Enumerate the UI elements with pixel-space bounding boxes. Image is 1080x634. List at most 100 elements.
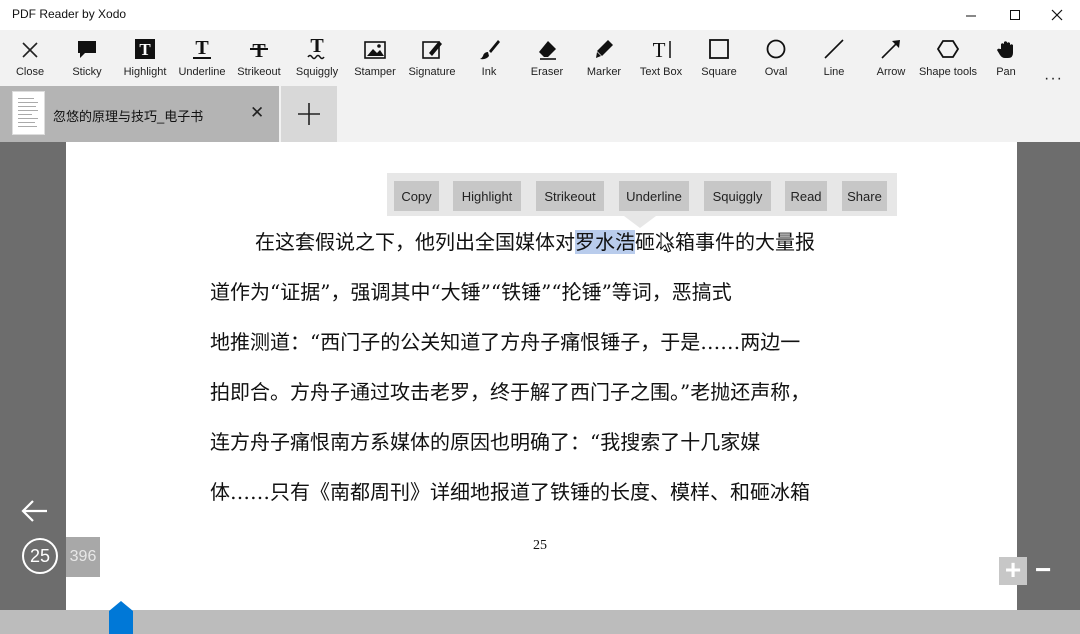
title-bar: PDF Reader by Xodo [0,0,1080,30]
page-scrubber[interactable] [0,610,1080,634]
tool-label: Square [701,66,737,78]
squiggly-icon: T [307,36,325,60]
zoom-out-button[interactable]: − [1035,556,1051,584]
line-icon [824,39,844,59]
maximize-button[interactable] [992,0,1038,30]
copy-button[interactable]: Copy [394,181,439,211]
tool-square[interactable]: Square [696,30,742,86]
text-line: 地推测道：“西门子的公关知道了方舟子痛恨锤子，于是……两边一 [210,330,801,354]
tool-pan[interactable]: Pan [988,30,1024,86]
image-icon [364,41,386,59]
maximize-icon [1009,9,1020,20]
text-line: 连方舟子痛恨南方系媒体的原因也明确了：“我搜索了十几家媒 [210,430,761,454]
total-pages: 396 [66,537,100,577]
text-line: 体……只有《南都周刊》详细地报道了铁锤的长度、模样、和砸冰箱 [210,480,810,504]
svg-text:T: T [653,38,666,60]
tool-label: Highlight [123,66,167,78]
squiggly-button[interactable]: Squiggly [704,181,771,211]
tool-signature[interactable]: Signature [406,30,458,86]
text-line: 拍即合。方舟子通过攻击老罗，终于解了西门子之围。”老抛还声称， [210,380,811,404]
tool-label: Eraser [530,66,564,78]
tool-line[interactable]: Line [814,30,854,86]
selected-text[interactable]: 罗水浩 [575,230,635,254]
text-line: 道作为“证据”，强调其中“大锤”“铁锤”“抡锤”等词，恶搞式 [210,280,732,304]
text-box-icon: T [653,38,671,60]
close-icon [22,42,38,58]
tool-label: Shape tools [918,66,978,78]
tool-highlight[interactable]: T Highlight [118,30,172,86]
minimize-button[interactable] [948,0,994,30]
arrow-icon [881,40,900,59]
plus-icon [298,103,320,125]
square-icon [709,39,729,59]
tool-label: Signature [408,66,456,78]
strikeout-button[interactable]: Strikeout [536,181,604,211]
document-thumbnail [12,91,45,135]
window-title: PDF Reader by Xodo [12,7,127,21]
svg-text:T: T [195,38,209,59]
underline-button[interactable]: Underline [619,181,689,211]
document-page[interactable]: Copy Highlight Strikeout Underline Squig… [66,142,1017,610]
current-page-indicator[interactable]: 25 [22,538,58,574]
highlight-button[interactable]: Highlight [453,181,521,211]
tool-ink[interactable]: Ink [468,30,510,86]
text-span: 在这套假说之下，他列出全国媒体对 [255,230,575,254]
oval-icon [766,39,786,59]
hand-icon [997,41,1013,58]
tool-label: Strikeout [237,66,281,78]
tab-title: 忽悠的原理与技巧_电子书 [53,109,204,124]
signature-icon [422,41,442,59]
tool-shape-tools[interactable]: Shape tools [918,30,978,86]
mouse-cursor-icon [660,232,674,253]
tool-label: Text Box [639,66,683,78]
marker-icon [596,40,613,58]
new-tab-button[interactable] [281,86,337,142]
printed-page-number: 25 [533,538,547,553]
share-button[interactable]: Share [842,181,887,211]
strikeout-icon: T [250,40,268,60]
tool-label: Underline [178,66,226,78]
tool-sticky[interactable]: Sticky [64,30,110,86]
annotation-toolbar: Close Sticky T Highlight T Underline T S… [0,30,1080,87]
tool-arrow[interactable]: Arrow [868,30,914,86]
close-window-icon [1051,9,1063,21]
close-tab-button[interactable]: ✕ [250,103,264,123]
tool-eraser[interactable]: Eraser [524,30,570,86]
text-line: 在这套假说之下，他列出全国媒体对罗水浩砸冰箱事件的大量报 [255,226,815,255]
svg-text:T: T [139,40,151,59]
tool-label: Sticky [72,66,102,78]
tool-underline[interactable]: T Underline [176,30,228,86]
tool-label: Ink [481,66,497,78]
document-tabs-bar: 忽悠的原理与技巧_电子书 ✕ [0,86,1080,142]
tool-strikeout[interactable]: T Strikeout [234,30,284,86]
tool-label: Squiggly [295,66,339,78]
tool-stamper[interactable]: Stamper [352,30,398,86]
tool-close[interactable]: Close [0,30,60,86]
text-selection-menu: Copy Highlight Strikeout Underline Squig… [387,173,897,216]
zoom-in-button[interactable]: + [999,556,1027,585]
minimize-icon [965,15,976,16]
tool-oval[interactable]: Oval [756,30,796,86]
tool-label: Line [823,66,845,78]
tool-label: Oval [764,66,788,78]
underline-icon: T [193,38,211,59]
tool-label: Close [15,66,45,78]
brush-icon [480,40,500,60]
tool-label: Marker [586,66,622,78]
svg-text:T: T [310,36,324,57]
tool-label: Pan [996,66,1016,78]
highlight-icon: T [135,39,155,59]
document-tab[interactable]: 忽悠的原理与技巧_电子书 ✕ [0,86,279,142]
close-window-button[interactable] [1034,0,1080,30]
hexagon-icon [937,40,959,58]
read-button[interactable]: Read [785,181,827,211]
tool-label: Stamper [354,66,396,78]
eraser-icon [539,41,556,60]
tool-text-box[interactable]: T Text Box [636,30,686,86]
tool-marker[interactable]: Marker [582,30,626,86]
tool-squiggly[interactable]: T Squiggly [292,30,342,86]
sticky-note-icon [78,41,96,58]
tool-label: Arrow [876,66,906,78]
scrubber-thumb[interactable] [109,601,133,634]
back-arrow-icon[interactable] [20,498,50,524]
